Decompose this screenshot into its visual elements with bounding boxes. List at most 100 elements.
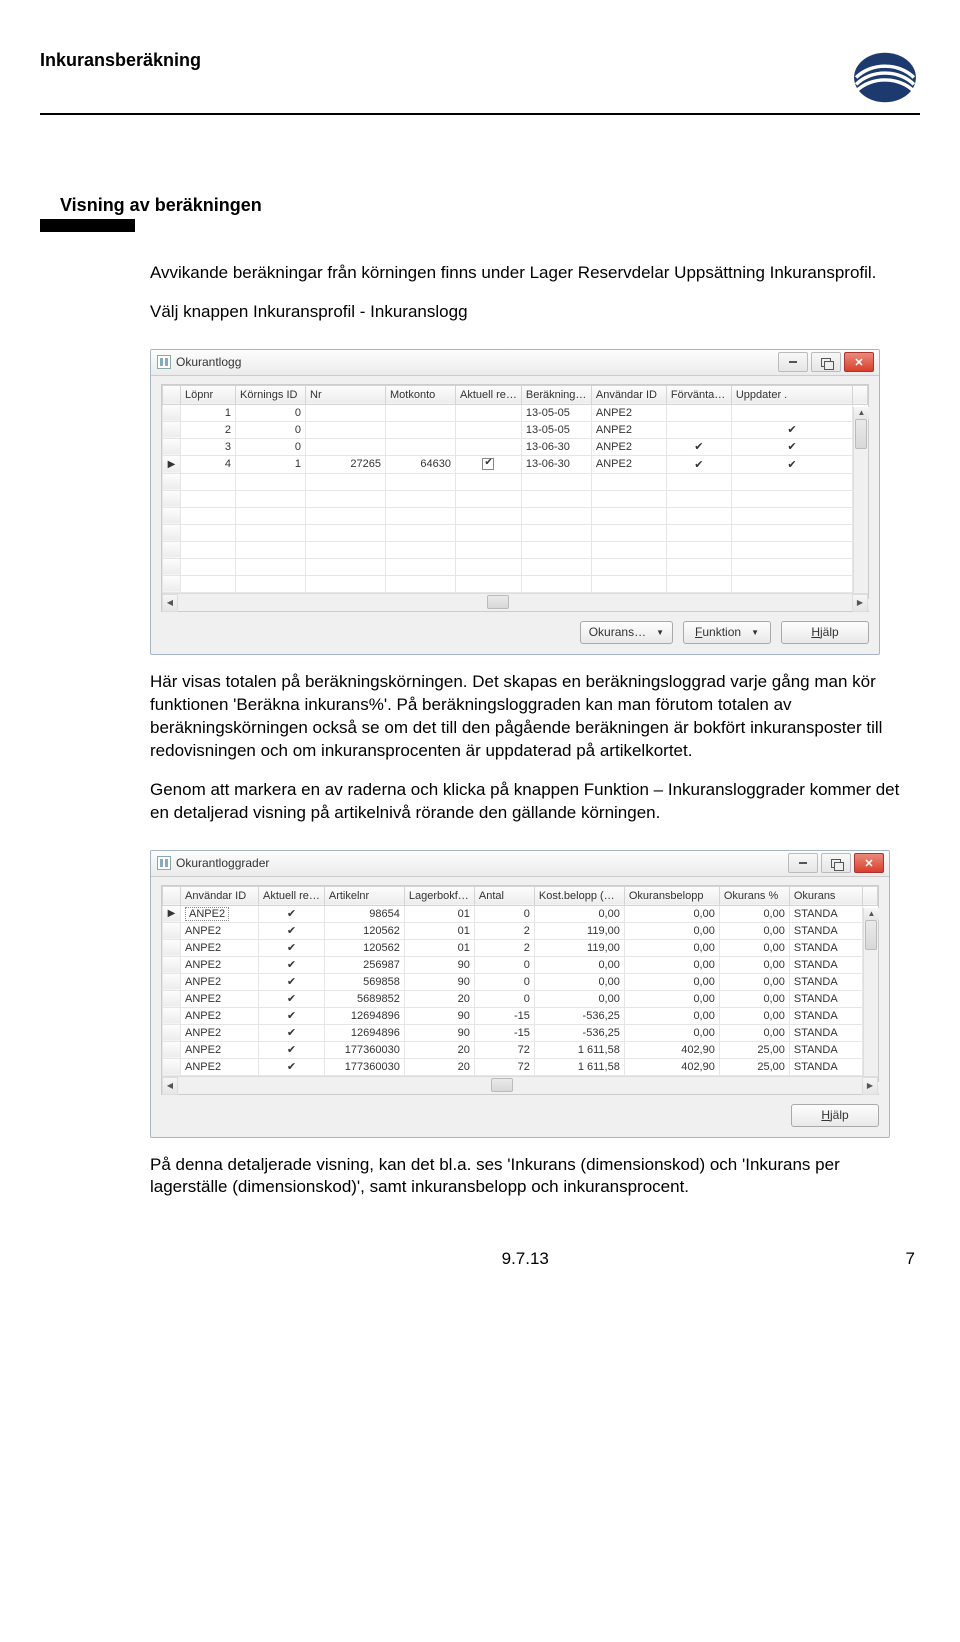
checkmark-icon[interactable]: ✔ <box>259 1007 325 1024</box>
checkmark-icon[interactable]: ✔ <box>259 973 325 990</box>
table-row[interactable]: ANPE2✔56898522000,000,000,00STANDA <box>163 990 878 1007</box>
checkbox-icon[interactable] <box>482 458 494 470</box>
checkmark-icon[interactable]: ✔ <box>259 990 325 1007</box>
horizontal-scrollbar[interactable]: ◀ ▶ <box>162 1076 878 1094</box>
scroll-thumb[interactable] <box>855 419 867 449</box>
selected-cell[interactable]: ANPE2 <box>185 907 229 921</box>
heading-underline <box>40 219 135 232</box>
column-header[interactable]: Användar ID <box>591 385 666 404</box>
checkmark-icon[interactable]: ✔ <box>259 956 325 973</box>
button-row: Hjälp <box>151 1098 889 1137</box>
close-button[interactable] <box>844 352 874 372</box>
checkmark-icon[interactable]: ✔ <box>259 1024 325 1041</box>
column-header[interactable]: Kost.belopp (… <box>534 886 624 905</box>
paragraph-intro-1: Avvikande beräkningar från körningen fin… <box>150 262 900 285</box>
okurans-button[interactable]: Okurans… ▼ <box>580 621 673 644</box>
column-header[interactable]: Okurans % <box>719 886 789 905</box>
maximize-button[interactable] <box>821 853 851 873</box>
table-row[interactable]: ▶41272656463013-06-30ANPE2✔✔ <box>163 455 868 473</box>
scroll-up-icon[interactable]: ▲ <box>854 407 869 419</box>
table-row[interactable]: ANPE2✔120562012119,000,000,00STANDA <box>163 939 878 956</box>
page-title: Inkuransberäkning <box>40 50 201 71</box>
paragraph-4: Genom att markera en av raderna och klic… <box>150 779 900 825</box>
window-icon <box>157 856 171 870</box>
table-row[interactable]: ANPE2✔1269489690-15-536,250,000,00STANDA <box>163 1024 878 1041</box>
column-header[interactable]: Lagerbokf… <box>404 886 474 905</box>
column-header[interactable]: Okurans <box>789 886 862 905</box>
column-header[interactable]: Löpnr <box>181 385 236 404</box>
checkmark-icon[interactable]: ✔ <box>666 455 731 473</box>
column-header[interactable]: Användar ID <box>181 886 259 905</box>
column-header[interactable]: Körnings ID <box>236 385 306 404</box>
grid-okurantlogg[interactable]: LöpnrKörnings IDNrMotkontoAktuell re…Ber… <box>161 384 869 612</box>
table-row[interactable]: ANPE2✔17736003020721 611,58402,9025,00ST… <box>163 1058 878 1075</box>
paragraph-3: Här visas totalen på beräkningskörningen… <box>150 671 900 763</box>
column-header[interactable] <box>163 385 181 404</box>
table-row[interactable] <box>163 490 868 507</box>
close-button[interactable] <box>854 853 884 873</box>
table-row[interactable]: ANPE2✔17736003020721 611,58402,9025,00ST… <box>163 1041 878 1058</box>
table-row[interactable]: ANPE2✔5698589000,000,000,00STANDA <box>163 973 878 990</box>
checkmark-icon[interactable]: ✔ <box>259 1041 325 1058</box>
minimize-button[interactable] <box>778 352 808 372</box>
table-row[interactable]: 2013-05-05ANPE2✔ <box>163 421 868 438</box>
column-header[interactable]: Uppdater . <box>731 385 852 404</box>
table-row[interactable]: ANPE2✔120562012119,000,000,00STANDA <box>163 922 878 939</box>
table-row[interactable]: ANPE2✔2569879000,000,000,00STANDA <box>163 956 878 973</box>
table-row[interactable]: ANPE2✔1269489690-15-536,250,000,00STANDA <box>163 1007 878 1024</box>
vertical-scrollbar[interactable]: ▲ ▼ <box>853 407 868 611</box>
checkmark-icon[interactable]: ✔ <box>259 922 325 939</box>
table-row[interactable] <box>163 473 868 490</box>
maximize-button[interactable] <box>811 352 841 372</box>
column-header[interactable]: Nr <box>306 385 386 404</box>
grid-okurantloggrader[interactable]: Användar IDAktuell re…ArtikelnrLagerbokf… <box>161 885 879 1095</box>
window-title: Okurantlogg <box>176 355 241 369</box>
hscroll-thumb[interactable] <box>491 1078 513 1092</box>
column-header[interactable] <box>163 886 181 905</box>
footer-page: 7 <box>906 1249 915 1269</box>
vertical-scrollbar[interactable]: ▲ ▼ <box>863 908 878 1094</box>
checkmark-icon[interactable]: ✔ <box>731 438 852 455</box>
checkmark-icon[interactable]: ✔ <box>666 438 731 455</box>
column-header[interactable]: Okuransbelopp <box>624 886 719 905</box>
column-header[interactable]: Aktuell re… <box>456 385 522 404</box>
column-header[interactable]: Antal <box>474 886 534 905</box>
column-header[interactable]: Beräkning… <box>521 385 591 404</box>
table-row[interactable]: ▶ANPE2✔986540100,000,000,00STANDA <box>163 905 878 922</box>
page-header: Inkuransberäkning <box>40 0 920 115</box>
table-row[interactable]: 1013-05-05ANPE2 <box>163 404 868 421</box>
minimize-button[interactable] <box>788 853 818 873</box>
scroll-left-icon[interactable]: ◀ <box>162 1077 178 1095</box>
window-icon <box>157 355 171 369</box>
hscroll-thumb[interactable] <box>487 595 509 609</box>
column-header[interactable]: Motkonto <box>386 385 456 404</box>
column-header[interactable]: Artikelnr <box>324 886 404 905</box>
checkmark-icon[interactable]: ✔ <box>259 939 325 956</box>
titlebar: Okurantloggrader <box>151 851 889 877</box>
checkmark-icon[interactable]: ✔ <box>259 905 325 922</box>
help-button[interactable]: Hjälp <box>781 621 869 644</box>
help-button[interactable]: Hjälp <box>791 1104 879 1127</box>
table-row[interactable]: 3013-06-30ANPE2✔✔ <box>163 438 868 455</box>
table-row[interactable] <box>163 575 868 592</box>
horizontal-scrollbar[interactable]: ◀ ▶ <box>162 593 868 611</box>
table-row[interactable] <box>163 507 868 524</box>
scroll-right-icon[interactable]: ▶ <box>862 1077 878 1095</box>
table-row[interactable] <box>163 524 868 541</box>
window-title: Okurantloggrader <box>176 856 269 870</box>
column-header[interactable]: Aktuell re… <box>259 886 325 905</box>
funktion-button[interactable]: Funktion ▼ <box>683 621 771 644</box>
checkmark-icon[interactable]: ✔ <box>259 1058 325 1075</box>
page-footer: 9.7.13 7 <box>40 1249 920 1269</box>
scroll-up-icon[interactable]: ▲ <box>864 908 879 920</box>
chevron-down-icon: ▼ <box>751 628 759 637</box>
table-row[interactable] <box>163 558 868 575</box>
checkmark-icon[interactable]: ✔ <box>731 421 852 438</box>
scroll-right-icon[interactable]: ▶ <box>852 594 868 612</box>
scroll-left-icon[interactable]: ◀ <box>162 594 178 612</box>
checkmark-icon[interactable]: ✔ <box>731 455 852 473</box>
table-row[interactable] <box>163 541 868 558</box>
column-header[interactable]: Förvänta… <box>666 385 731 404</box>
scroll-thumb[interactable] <box>865 920 877 950</box>
help-label: Hjälp <box>821 1108 848 1122</box>
